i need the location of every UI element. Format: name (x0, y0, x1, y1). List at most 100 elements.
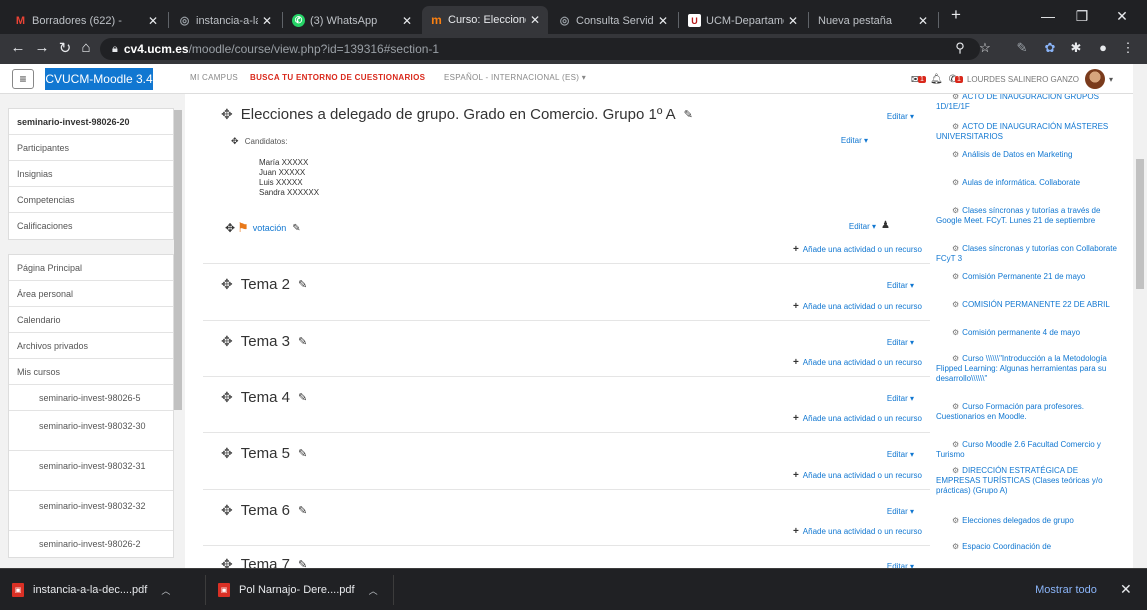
section-edit-menu[interactable]: Editar ▾ (887, 450, 914, 459)
extensions-puzzle-icon[interactable]: ✱ (1066, 40, 1086, 56)
section-title-text[interactable]: Tema 4 (241, 389, 290, 406)
show-all-downloads-button[interactable]: Mostrar todo (1021, 578, 1111, 602)
site-brand[interactable]: CVUCM-Moodle 3.4 (45, 68, 153, 90)
course-link[interactable]: ⚙ Clases síncronas y tutorías con Collabo… (936, 244, 1122, 264)
drawer-item-mis-cursos[interactable]: Mis cursos (9, 359, 173, 385)
move-icon[interactable]: ✥ (221, 556, 233, 568)
user-name[interactable]: LOURDES SALINERO GANZO (967, 75, 1079, 84)
drawer-item-participantes[interactable]: Participantes (9, 135, 173, 161)
move-icon[interactable]: ✥ (221, 333, 233, 350)
drawer-item-archivos[interactable]: Archivos privados (9, 333, 173, 359)
tab-new[interactable]: Nueva pestaña ✕ (810, 7, 936, 34)
close-icon[interactable]: ✕ (262, 14, 272, 28)
move-icon[interactable]: ✥ (221, 389, 233, 406)
drawer-item-calificaciones[interactable]: Calificaciones (9, 213, 173, 239)
add-activity-link[interactable]: + Añade una actividad o un recurso (793, 470, 922, 481)
drawer-course-link[interactable]: seminario-invest-98026-5 (9, 385, 173, 411)
hamburger-menu-icon[interactable]: ≡ (12, 69, 34, 89)
close-icon[interactable]: ✕ (788, 14, 798, 28)
edit-pencil-icon[interactable]: ✎ (298, 504, 307, 517)
section-1-title[interactable]: Elecciones a delegado de grupo. Grado en… (241, 106, 676, 123)
drawer-course-name[interactable]: seminario-invest-98026-20 (9, 109, 173, 135)
move-icon[interactable]: ✥ (225, 221, 235, 235)
add-activity-link[interactable]: + Añade una actividad o un recurso (793, 413, 922, 424)
chevron-up-icon[interactable]: ︿ (369, 584, 378, 597)
drawer-item-area-personal[interactable]: Área personal (9, 281, 173, 307)
extension-shield-icon[interactable]: ✿ (1040, 40, 1060, 56)
section-edit-menu[interactable]: Editar ▾ (887, 507, 914, 516)
course-link[interactable]: ⚙ Espacio Coordinación de (936, 542, 1122, 552)
section-edit-menu[interactable]: Editar ▾ (887, 394, 914, 403)
section-title-text[interactable]: Tema 7 (241, 556, 290, 568)
drawer-course-link[interactable]: seminario-invest-98032-32 (9, 491, 173, 531)
course-link[interactable]: ⚙ ACTO DE INAUGURACIÓN GRUPOS 1D/1E/1F (936, 94, 1122, 112)
download-item[interactable]: ▣ Pol Narnajo- Dere....pdf ︿ (218, 579, 378, 601)
drawer-course-link[interactable]: seminario-invest-98032-31 (9, 451, 173, 491)
user-role-icon[interactable]: ♟ (881, 220, 890, 231)
edit-pencil-icon[interactable]: ✎ (298, 447, 307, 460)
home-icon[interactable]: ⌂ (76, 39, 96, 56)
minimize-icon[interactable]: — (1036, 8, 1060, 24)
drawer-scrollbar[interactable] (174, 110, 182, 410)
reload-icon[interactable]: ↻ (55, 39, 75, 57)
move-icon[interactable]: ✥ (221, 445, 233, 462)
drawer-course-link[interactable]: seminario-invest-98026-2 (9, 531, 173, 557)
edit-pencil-icon[interactable]: ✎ (298, 335, 307, 348)
activity-edit-menu[interactable]: Editar ▾ (849, 222, 876, 231)
new-tab-button[interactable]: + (944, 5, 968, 25)
edit-pencil-icon[interactable]: ✎ (684, 108, 693, 121)
window-close-icon[interactable]: ✕ (1110, 8, 1134, 25)
drawer-item-pagina-principal[interactable]: Página Principal (9, 255, 173, 281)
profile-icon[interactable]: ● (1093, 40, 1113, 55)
chevron-down-icon[interactable]: ▾ (1109, 75, 1113, 84)
section-title-text[interactable]: Tema 5 (241, 445, 290, 462)
drawer-item-competencias[interactable]: Competencias (9, 187, 173, 213)
course-link[interactable]: ⚙ Elecciones delegados de grupo (936, 516, 1122, 526)
course-link[interactable]: ⚙ COMISIÓN PERMANENTE 22 DE ABRIL (936, 300, 1122, 310)
close-icon[interactable]: ✕ (148, 14, 158, 28)
course-link[interactable]: ⚙ DIRECCIÓN ESTRATÉGICA DE EMPRESAS TURÍS… (936, 466, 1122, 496)
edit-pencil-icon[interactable]: ✎ (298, 558, 307, 568)
chevron-up-icon[interactable]: ︿ (161, 584, 170, 597)
drawer-item-calendario[interactable]: Calendario (9, 307, 173, 333)
course-link[interactable]: ⚙ ACTO DE INAUGURACIÓN MÁSTERES UNIVERSIT… (936, 122, 1122, 142)
move-icon[interactable]: ✥ (221, 276, 233, 293)
back-arrow-icon[interactable]: ← (8, 39, 28, 56)
tab-instancia[interactable]: ◎ instancia-a-la-dec ✕ (170, 7, 280, 34)
tab-moodle-course[interactable]: m Curso: Elecciones ✕ (422, 6, 548, 34)
bookmark-star-icon[interactable]: ☆ (975, 40, 995, 56)
course-link[interactable]: ⚙ Curso Formación para profesores. Cuesti… (936, 402, 1122, 422)
drawer-item-insignias[interactable]: Insignias (9, 161, 173, 187)
move-icon[interactable]: ✥ (221, 106, 233, 123)
section-edit-menu[interactable]: Editar ▾ (887, 112, 914, 121)
move-icon[interactable]: ✥ (221, 502, 233, 519)
add-activity-link[interactable]: + Añade una actividad o un recurso (793, 244, 922, 255)
course-link[interactable]: ⚙ Aulas de informática. Collaborate (936, 178, 1122, 188)
close-icon[interactable]: ✕ (658, 14, 668, 28)
extension-icon[interactable]: ✎ (1012, 40, 1032, 56)
course-link[interactable]: ⚙ Comisión Permanente 21 de mayo (936, 272, 1122, 282)
course-link[interactable]: ⚙ Comisión permanente 4 de mayo (936, 328, 1122, 338)
nav-mi-campus[interactable]: MI CAMPUS (190, 73, 238, 82)
close-icon[interactable]: ✕ (918, 14, 928, 28)
bell-icon[interactable]: 🔔︎ (930, 74, 943, 85)
section-title-text[interactable]: Tema 6 (241, 502, 290, 519)
close-icon[interactable]: ✕ (530, 13, 540, 27)
zoom-icon[interactable]: ⚲ (950, 40, 970, 56)
add-activity-link[interactable]: + Añade una actividad o un recurso (793, 526, 922, 537)
course-link[interactable]: ⚙ Clases síncronas y tutorías a través de… (936, 206, 1122, 226)
tab-gmail[interactable]: M Borradores (622) - ✕ (6, 7, 166, 34)
nav-cuestionarios[interactable]: BUSCA TU ENTORNO DE CUESTIONARIOS (250, 73, 425, 82)
section-edit-menu[interactable]: Editar ▾ (887, 281, 914, 290)
move-icon[interactable]: ✥ (231, 136, 239, 146)
course-link[interactable]: ⚙ Análisis de Datos en Marketing (936, 150, 1122, 160)
page-scrollbar[interactable] (1133, 64, 1147, 568)
download-item[interactable]: ▣ instancia-a-la-dec....pdf ︿ (12, 579, 170, 601)
avatar[interactable] (1084, 69, 1105, 89)
menu-kebab-icon[interactable]: ⋮ (1118, 40, 1138, 56)
course-link[interactable]: ⚙ Curso \\\\\\"Introducción a la Metodolo… (936, 354, 1122, 384)
restore-icon[interactable]: ❐ (1070, 8, 1094, 25)
scrollbar-thumb[interactable] (1136, 159, 1144, 289)
activity-link[interactable]: votación (253, 223, 287, 233)
edit-pencil-icon[interactable]: ✎ (292, 223, 300, 234)
